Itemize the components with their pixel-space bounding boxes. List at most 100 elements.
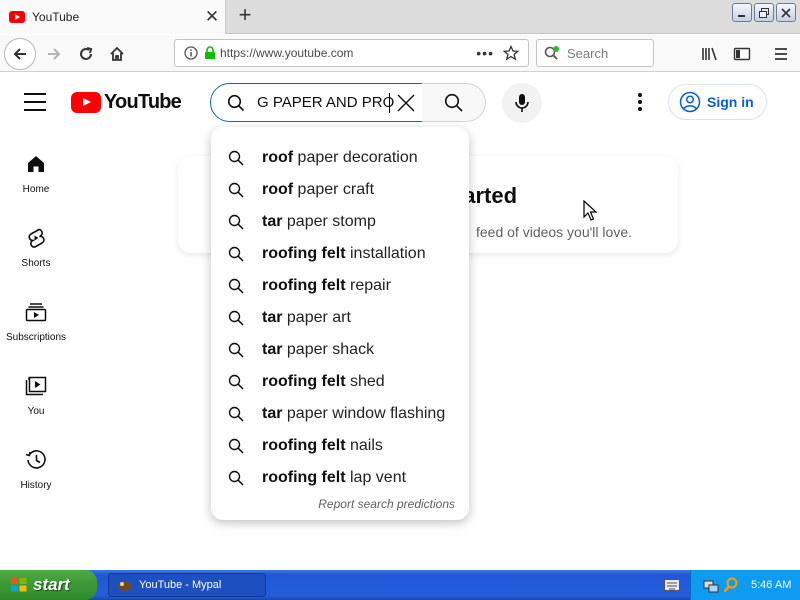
restore-icon[interactable] xyxy=(754,3,774,22)
suggestion-rest-part: shed xyxy=(345,373,385,390)
suggestion-text: roofing felt nails xyxy=(262,437,383,455)
sidebar-toggle-icon[interactable] xyxy=(726,38,758,70)
subscriptions-icon xyxy=(24,300,48,324)
suggestion-rest-part: paper craft xyxy=(293,181,375,198)
forward-icon[interactable] xyxy=(38,38,70,70)
suggestion-rest-part: paper window flashing xyxy=(282,405,446,422)
suggestion-text: tar paper art xyxy=(262,309,351,327)
home-browser-icon[interactable] xyxy=(101,38,133,70)
voice-search-mic-icon[interactable] xyxy=(502,83,542,123)
suggestion-rest-part: paper decoration xyxy=(293,149,418,166)
search-tray-icon[interactable] xyxy=(723,577,739,593)
guide-item-shorts[interactable]: Shorts xyxy=(0,218,72,288)
sign-in-button[interactable]: Sign in xyxy=(668,84,767,120)
suggestion-search-icon xyxy=(228,342,244,358)
search-suggestions-dropdown: roof paper decoration roof paper craft tar… xyxy=(211,127,469,520)
suggestion-bold-part: tar xyxy=(262,309,283,326)
clear-search-icon[interactable] xyxy=(392,89,420,117)
text-caret xyxy=(389,92,390,113)
suggestion-bold-part: tar xyxy=(262,405,283,422)
search-suggestion-item[interactable]: tar paper shack xyxy=(211,334,469,366)
bookmark-star-icon[interactable] xyxy=(503,45,519,61)
search-suggestion-item[interactable]: tar paper art xyxy=(211,302,469,334)
url-text: https://www.youtube.com xyxy=(220,46,354,60)
sign-in-label: Sign in xyxy=(707,94,754,110)
search-button-icon xyxy=(444,93,463,112)
page-actions-icon[interactable]: ••• xyxy=(476,45,494,61)
back-icon[interactable] xyxy=(4,38,36,70)
account-circle-icon xyxy=(679,91,701,113)
guide-label-history: History xyxy=(20,480,52,491)
suggestion-text: roof paper craft xyxy=(262,181,374,199)
search-suggestion-item[interactable]: roofing felt shed xyxy=(211,366,469,398)
reload-icon[interactable] xyxy=(70,38,102,70)
suggestion-search-icon xyxy=(228,246,244,262)
guide-item-subscriptions[interactable]: Subscriptions xyxy=(0,292,72,362)
app-menu-icon[interactable] xyxy=(765,38,797,70)
browser-search-bar[interactable]: Search xyxy=(536,39,654,67)
youtube-header: YouTube Sign in xyxy=(0,73,800,131)
search-suggestion-item[interactable]: tar paper window flashing xyxy=(211,398,469,430)
windows-logo-icon xyxy=(11,578,27,592)
suggestion-search-icon xyxy=(228,278,244,294)
you-icon xyxy=(24,374,48,398)
search-suggestion-item[interactable]: roofing felt nails xyxy=(211,430,469,462)
lock-icon xyxy=(204,46,216,60)
suggestion-text: roofing felt installation xyxy=(262,245,426,263)
minimize-icon[interactable] xyxy=(732,3,752,22)
suggestion-bold-part: roof xyxy=(262,181,294,198)
suggestion-text: tar paper stomp xyxy=(262,213,376,231)
close-window-icon[interactable] xyxy=(776,3,796,22)
guide-menu-icon[interactable] xyxy=(24,93,46,111)
suggestion-bold-part: roofing felt xyxy=(262,437,346,454)
youtube-search-box[interactable] xyxy=(210,83,423,122)
guide-item-history[interactable]: History xyxy=(0,440,72,510)
search-suggestion-item[interactable]: roofing felt installation xyxy=(211,238,469,270)
start-button[interactable]: start xyxy=(0,570,97,600)
search-suggestion-item[interactable]: roof paper craft xyxy=(211,174,469,206)
mouse-cursor-icon xyxy=(583,200,597,221)
suggestion-rest-part: lap vent xyxy=(345,469,407,486)
network-tray-icon[interactable] xyxy=(703,577,719,593)
report-search-predictions-link[interactable]: Report search predictions xyxy=(318,497,455,511)
browser-search-placeholder: Search xyxy=(567,45,609,61)
guide-item-home[interactable]: Home xyxy=(0,144,72,214)
suggestion-bold-part: roof xyxy=(262,149,294,166)
suggestion-bold-part: roofing felt xyxy=(262,277,346,294)
search-suggestion-item[interactable]: roofing felt repair xyxy=(211,270,469,302)
site-info-icon[interactable] xyxy=(184,46,198,60)
suggestion-search-icon xyxy=(228,406,244,422)
suggestion-text: roofing felt shed xyxy=(262,373,385,391)
logo-text: YouTube xyxy=(104,91,182,113)
search-suggestion-item[interactable]: roof paper decoration xyxy=(211,142,469,174)
search-suggestion-item[interactable]: tar paper stomp xyxy=(211,206,469,238)
search-suggestion-item[interactable]: roofing felt lap vent xyxy=(211,462,469,494)
history-icon xyxy=(24,448,48,472)
youtube-search-input[interactable] xyxy=(257,94,397,111)
system-tray: 5:46 AM xyxy=(690,570,800,600)
new-tab-icon[interactable]: + xyxy=(232,4,258,28)
settings-more-icon[interactable] xyxy=(628,90,652,114)
youtube-logo[interactable]: YouTube xyxy=(71,91,182,114)
guide-label-shorts: Shorts xyxy=(21,258,51,269)
search-icon xyxy=(227,94,245,111)
suggestion-text: roof paper decoration xyxy=(262,149,418,167)
suggestion-bold-part: roofing felt xyxy=(262,469,346,486)
youtube-play-logo-icon xyxy=(71,92,101,113)
library-icon[interactable] xyxy=(694,38,726,70)
suggestion-search-icon xyxy=(228,374,244,390)
youtube-search-button[interactable] xyxy=(422,83,486,122)
mypal-browser-icon xyxy=(118,581,132,591)
browser-tab-youtube[interactable]: YouTube ✕ xyxy=(0,0,226,34)
windows-taskbar: start YouTube - Mypal 5:46 AM xyxy=(0,570,800,600)
suggestion-search-icon xyxy=(228,150,244,166)
keyboard-language-icon[interactable] xyxy=(664,578,680,592)
suggestion-search-icon xyxy=(228,214,244,230)
card-subtitle: feed of videos you'll love. xyxy=(476,224,632,240)
tab-close-icon[interactable]: ✕ xyxy=(199,8,225,25)
start-label: start xyxy=(33,575,70,594)
guide-item-you[interactable]: You xyxy=(0,366,72,436)
taskbar-window-youtube[interactable]: YouTube - Mypal xyxy=(108,573,266,597)
suggestion-rest-part: paper stomp xyxy=(282,213,376,230)
address-bar[interactable]: https://www.youtube.com ••• xyxy=(174,39,529,67)
